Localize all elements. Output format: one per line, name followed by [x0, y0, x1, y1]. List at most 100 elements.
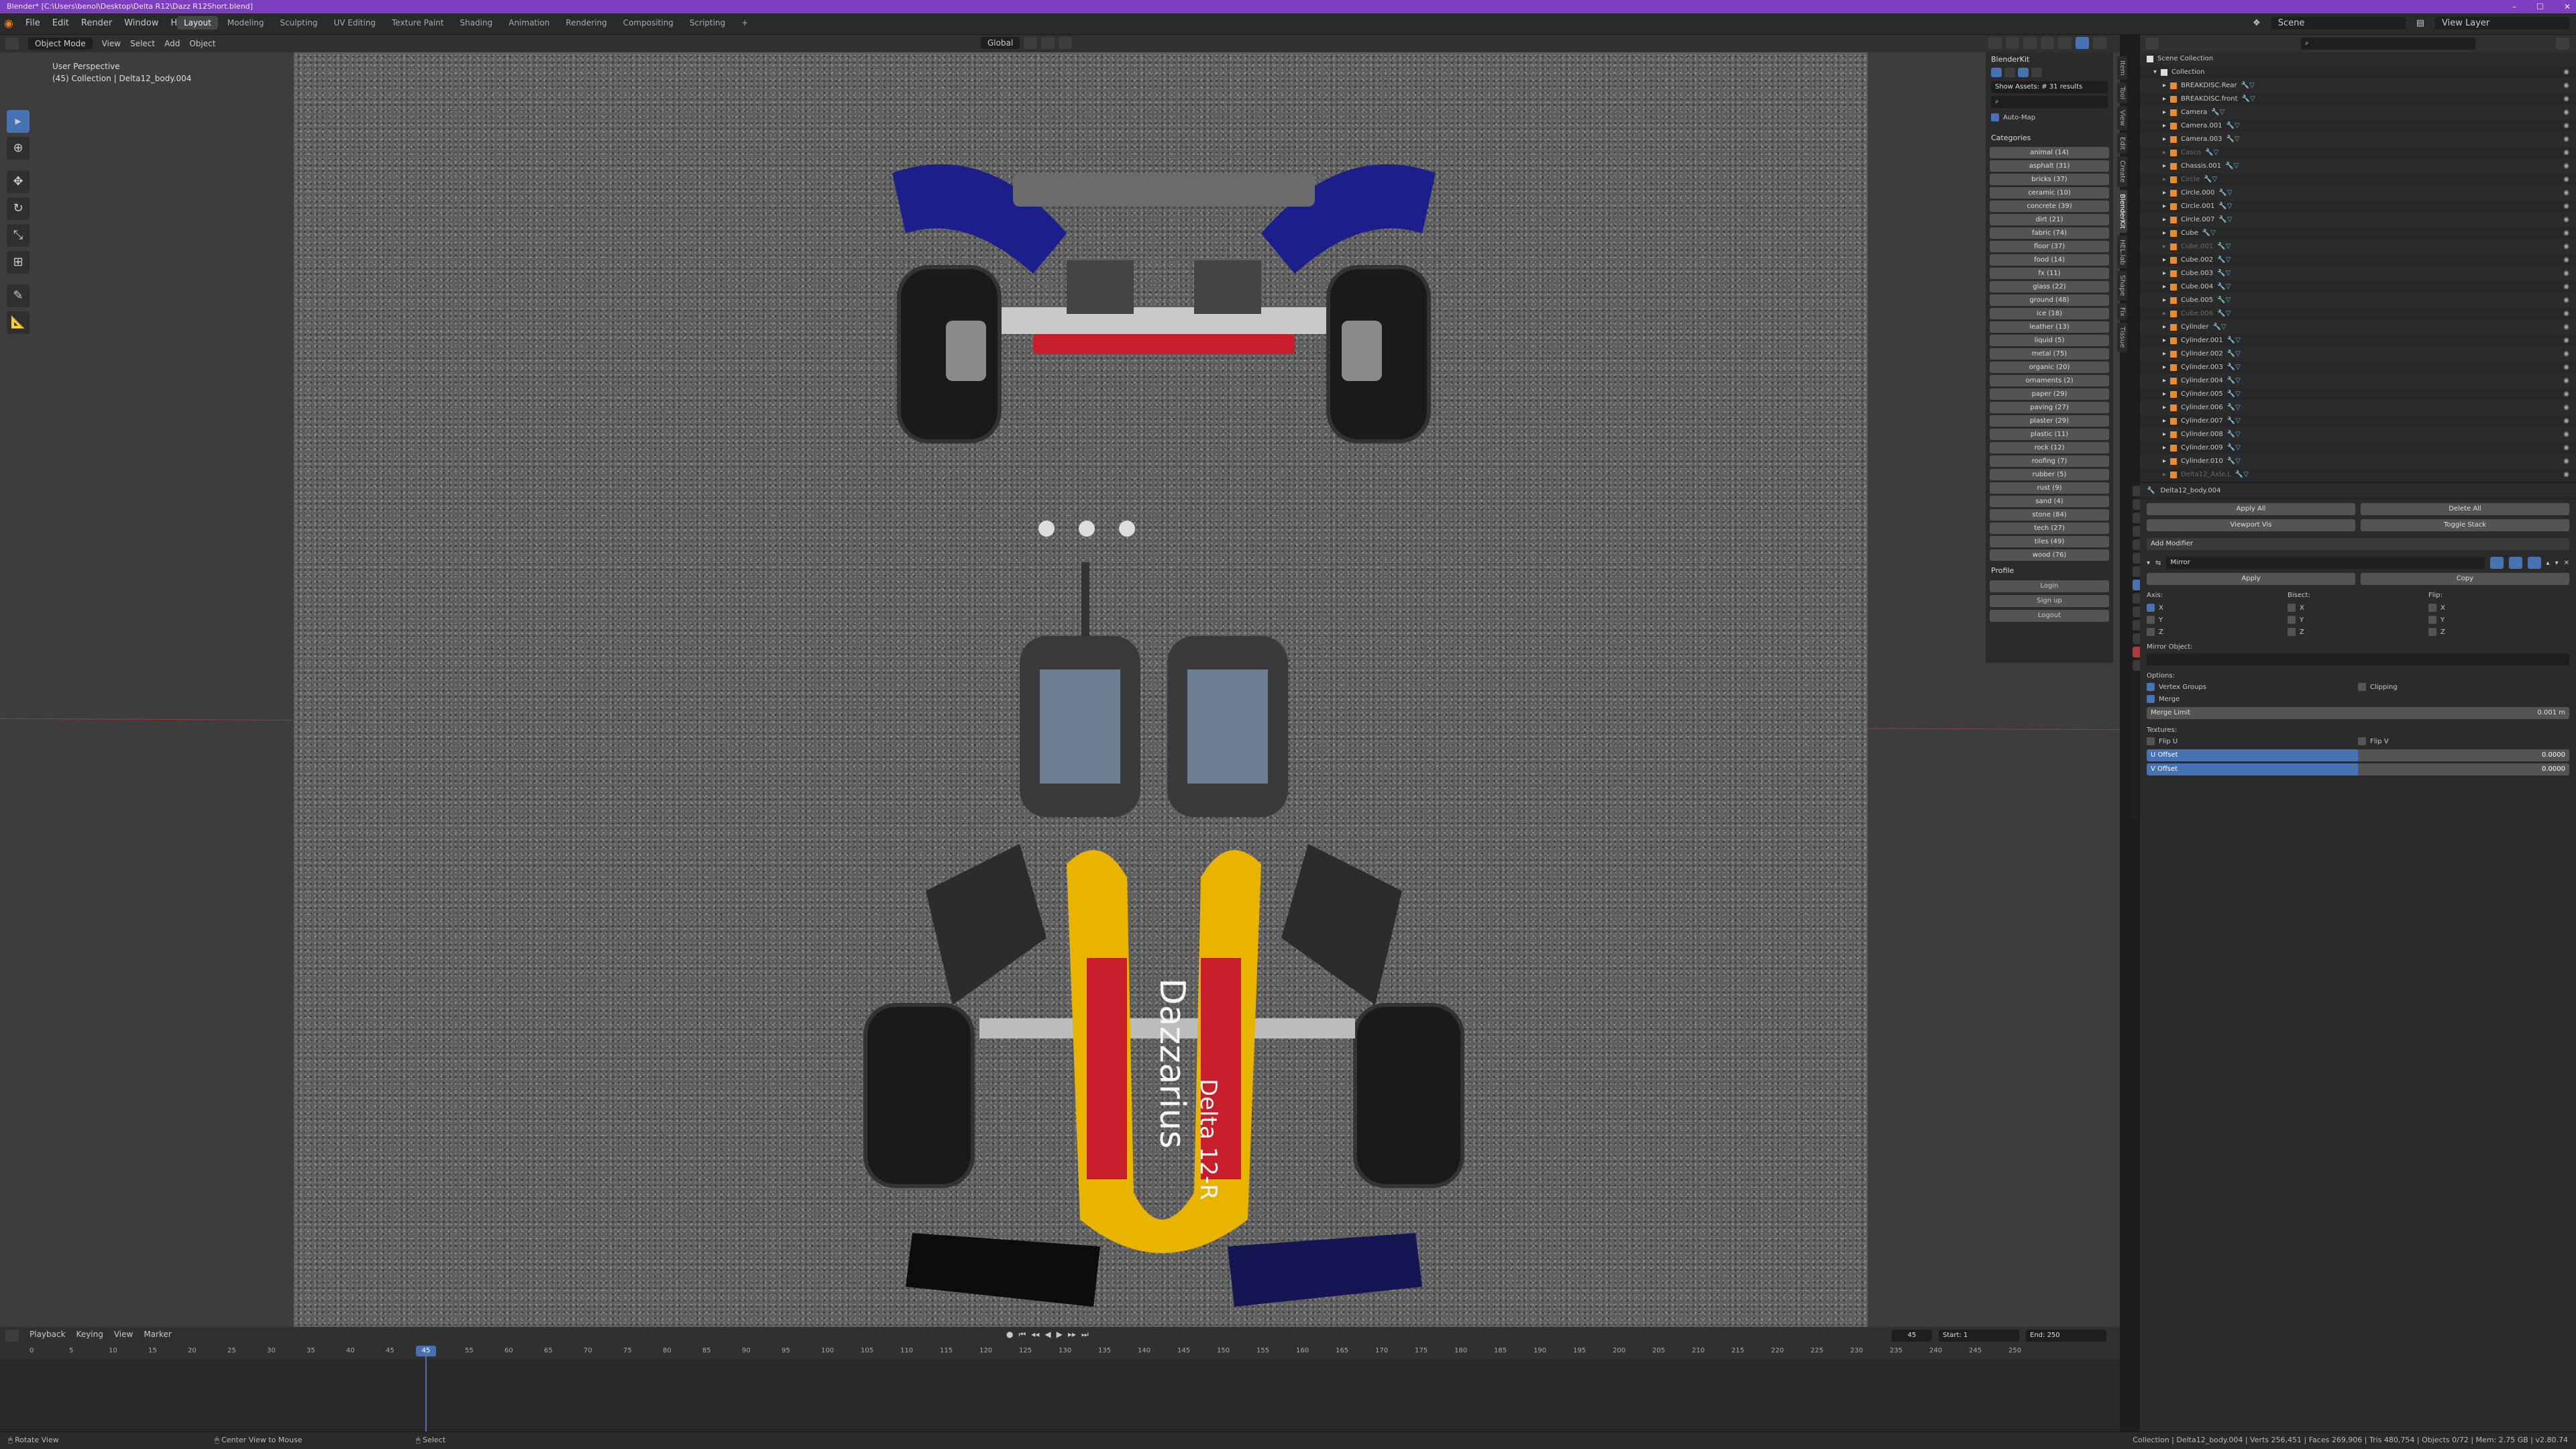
start-frame-field[interactable]: Start: 1: [1939, 1330, 2019, 1342]
tab-modeling[interactable]: Modeling: [221, 16, 271, 30]
visibility-eye-icon[interactable]: ◉: [2563, 294, 2569, 307]
play-reverse-icon[interactable]: ◀: [1044, 1330, 1051, 1340]
visibility-eye-icon[interactable]: ◉: [2563, 93, 2569, 106]
tab-blenderkit[interactable]: BlenderKit: [2117, 189, 2127, 233]
visibility-eye-icon[interactable]: ◉: [2563, 374, 2569, 388]
merge-limit-field[interactable]: Merge Limit 0.001 m: [2147, 707, 2569, 719]
visibility-eye-icon[interactable]: ◉: [2563, 173, 2569, 186]
show-in-viewport-icon[interactable]: [2508, 557, 2522, 569]
menu-render[interactable]: Render: [81, 18, 112, 28]
outliner-item[interactable]: ▸ Circle.007 🔧▽ ◉: [2140, 213, 2576, 227]
category-button[interactable]: paper (29): [1990, 388, 2109, 400]
select-box-icon[interactable]: ▸: [7, 110, 30, 133]
category-button[interactable]: wood (76): [1990, 549, 2109, 561]
category-button[interactable]: liquid (5): [1990, 335, 2109, 346]
pivot-icon[interactable]: [1024, 37, 1038, 49]
shading-solid-icon[interactable]: [2058, 37, 2072, 49]
outliner-item[interactable]: ▸ Cylinder 🔧▽ ◉: [2140, 321, 2576, 334]
timeline-menu-playback[interactable]: Playback: [30, 1330, 66, 1342]
jump-start-icon[interactable]: ⏮: [1018, 1330, 1026, 1340]
object-mode-dropdown[interactable]: Object Mode: [28, 38, 93, 50]
outliner-item[interactable]: ▸ Cube.006 🔧▽ ◉: [2140, 307, 2576, 321]
category-button[interactable]: paving (27): [1990, 402, 2109, 413]
visibility-eye-icon[interactable]: ◉: [2563, 213, 2569, 227]
expand-icon[interactable]: ▸: [2163, 441, 2166, 455]
add-modifier-dropdown[interactable]: Add Modifier: [2147, 538, 2569, 550]
outliner-item[interactable]: ▸ Cylinder.003 🔧▽ ◉: [2140, 361, 2576, 374]
collapse-icon[interactable]: ▾: [2147, 559, 2150, 567]
xray-icon[interactable]: [2023, 37, 2037, 49]
expand-icon[interactable]: ▸: [2163, 428, 2166, 441]
login-button[interactable]: Login: [1990, 580, 2109, 592]
editor-type-icon[interactable]: [5, 38, 19, 50]
category-button[interactable]: leather (13): [1990, 321, 2109, 333]
visibility-eye-icon[interactable]: ◉: [2563, 133, 2569, 146]
axis-y-checkbox[interactable]: Y: [2147, 616, 2288, 624]
category-button[interactable]: tiles (49): [1990, 536, 2109, 547]
expand-icon[interactable]: ▸: [2163, 119, 2166, 133]
outliner-item[interactable]: ▸ Cube.001 🔧▽ ◉: [2140, 240, 2576, 254]
tab-animation[interactable]: Animation: [502, 16, 556, 30]
outliner-item[interactable]: ▸ Delta12_Axle.L 🔧▽ ◉: [2140, 468, 2576, 482]
category-button[interactable]: roofing (7): [1990, 455, 2109, 467]
outliner-item[interactable]: ▸ BREAKDISC.front 🔧▽ ◉: [2140, 93, 2576, 106]
current-frame-field[interactable]: 45: [1892, 1330, 1932, 1342]
outliner-item[interactable]: ▸ Casco 🔧▽ ◉: [2140, 146, 2576, 160]
timeline-editor-icon[interactable]: [5, 1330, 19, 1342]
visibility-eye-icon[interactable]: ◉: [2563, 267, 2569, 280]
tab-compositing[interactable]: Compositing: [616, 16, 680, 30]
play-icon[interactable]: ▶: [1057, 1330, 1063, 1340]
bisect-x-checkbox[interactable]: X: [2288, 604, 2428, 612]
scale-icon[interactable]: ⤡: [7, 224, 30, 247]
expand-icon[interactable]: ▸: [2163, 200, 2166, 213]
category-button[interactable]: tech (27): [1990, 523, 2109, 534]
logout-button[interactable]: Logout: [1990, 610, 2109, 622]
blenderkit-search-input[interactable]: ⌕: [1991, 96, 2108, 108]
remove-modifier-icon[interactable]: ✕: [2564, 559, 2569, 567]
visibility-eye-icon[interactable]: ◉: [2563, 254, 2569, 267]
visibility-eye-icon[interactable]: ◉: [2563, 334, 2569, 347]
expand-icon[interactable]: ▸: [2163, 133, 2166, 146]
tab-uv-editing[interactable]: UV Editing: [327, 16, 382, 30]
signup-button[interactable]: Sign up: [1990, 595, 2109, 607]
visibility-eye-icon[interactable]: ◉: [2563, 200, 2569, 213]
outliner-item[interactable]: ▸ Cylinder.002 🔧▽ ◉: [2140, 347, 2576, 361]
auto-map-toggle[interactable]: Auto-Map: [1986, 111, 2113, 124]
category-button[interactable]: ceramic (10): [1990, 187, 2109, 199]
tab-tissue[interactable]: Tissue: [2117, 323, 2127, 352]
menu-file[interactable]: File: [25, 18, 40, 28]
category-button[interactable]: stone (84): [1990, 509, 2109, 521]
category-button[interactable]: food (14): [1990, 254, 2109, 266]
playhead[interactable]: [425, 1351, 427, 1432]
current-frame-badge[interactable]: 45: [416, 1346, 436, 1356]
expand-icon[interactable]: ▸: [2163, 455, 2166, 468]
jump-end-icon[interactable]: ⏭: [1081, 1330, 1089, 1340]
view-layer-selector[interactable]: View Layer: [2435, 17, 2569, 30]
prev-key-icon[interactable]: ◂◂: [1031, 1330, 1039, 1340]
expand-icon[interactable]: ▸: [2163, 79, 2166, 93]
visibility-eye-icon[interactable]: ◉: [2563, 441, 2569, 455]
maximize-icon[interactable]: ☐: [2536, 0, 2544, 13]
outliner-item[interactable]: ▸ Cylinder.007 🔧▽ ◉: [2140, 415, 2576, 428]
category-button[interactable]: bricks (37): [1990, 174, 2109, 185]
tab-edit[interactable]: Edit: [2117, 132, 2127, 154]
expand-icon[interactable]: ▸: [2163, 361, 2166, 374]
category-button[interactable]: plastic (11): [1990, 429, 2109, 440]
expand-icon[interactable]: ▸: [2163, 294, 2166, 307]
expand-icon[interactable]: ▸: [2163, 401, 2166, 415]
visibility-eye-icon[interactable]: ◉: [2563, 468, 2569, 482]
visibility-eye-icon[interactable]: ◉: [2563, 240, 2569, 254]
end-frame-field[interactable]: End: 250: [2026, 1330, 2106, 1342]
category-button[interactable]: ground (48): [1990, 294, 2109, 306]
outliner-item[interactable]: ▸ BREAKDISC.Rear 🔧▽ ◉: [2140, 79, 2576, 93]
category-button[interactable]: sand (4): [1990, 496, 2109, 507]
visibility-eye-icon[interactable]: ◉: [2563, 347, 2569, 361]
visibility-eye-icon[interactable]: ◉: [2563, 160, 2569, 173]
category-button[interactable]: organic (20): [1990, 362, 2109, 373]
annotate-icon[interactable]: ✎: [7, 284, 30, 307]
tab-texture-paint[interactable]: Texture Paint: [385, 16, 450, 30]
visibility-eye-icon[interactable]: ◉: [2563, 280, 2569, 294]
copy-button[interactable]: Copy: [2361, 573, 2569, 585]
asset-brush-icon[interactable]: [2031, 68, 2042, 77]
axis-z-checkbox[interactable]: Z: [2147, 628, 2288, 636]
